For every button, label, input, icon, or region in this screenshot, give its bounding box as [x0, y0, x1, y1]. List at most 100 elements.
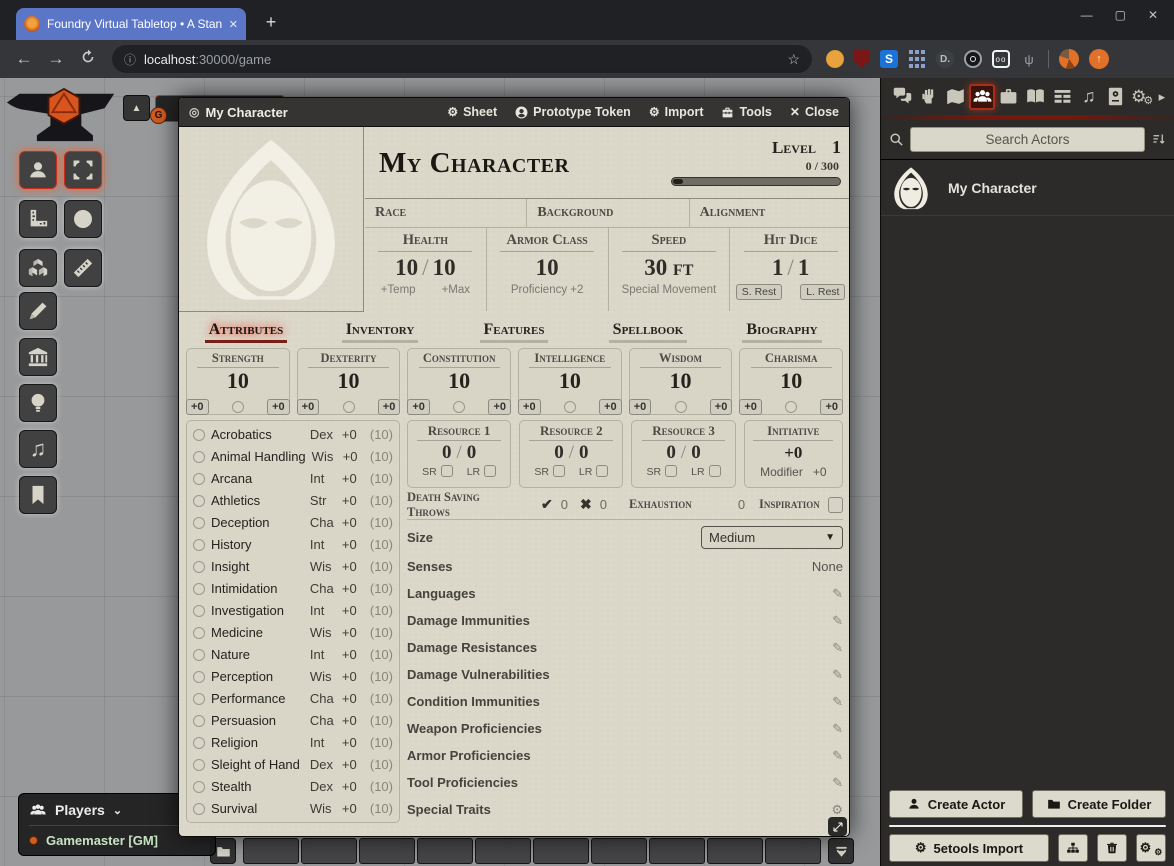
ability-name[interactable]: Wisdom	[640, 351, 721, 368]
ability-proficiency-radio[interactable]	[343, 401, 355, 413]
skill-proficiency-radio[interactable]	[193, 781, 205, 793]
speed-value[interactable]: 30 ft	[644, 255, 693, 280]
skill-proficiency-radio[interactable]	[193, 495, 205, 507]
actors-tab-icon[interactable]	[969, 84, 995, 110]
race-field[interactable]: Race	[365, 199, 526, 227]
lr-checkbox[interactable]	[709, 465, 721, 477]
compendium-tab-icon[interactable]	[1103, 84, 1129, 110]
update-browser-icon[interactable]: ↑	[1089, 49, 1109, 69]
macro-slot[interactable]	[591, 838, 647, 864]
ability-check-mod[interactable]: +0	[820, 399, 843, 415]
hp-temp-label[interactable]: +Temp	[381, 284, 416, 296]
nav-collapse-button[interactable]: ▲	[123, 95, 150, 121]
d-extension-icon[interactable]: D.	[936, 50, 954, 68]
lighting-controls-button[interactable]	[19, 384, 57, 422]
skill-proficiency-radio[interactable]	[193, 539, 205, 551]
long-rest-button[interactable]: L. Rest	[800, 284, 845, 300]
chat-tab-icon[interactable]	[889, 84, 915, 110]
ability-save-mod[interactable]: +0	[518, 399, 541, 415]
import-button[interactable]: ⚙ Import	[649, 105, 704, 119]
minimize-icon[interactable]: —	[1081, 8, 1093, 22]
ability-score[interactable]: 10	[298, 368, 400, 394]
macro-slot[interactable]	[417, 838, 473, 864]
back-icon[interactable]: ←	[10, 49, 38, 69]
ability-save-mod[interactable]: +0	[297, 399, 320, 415]
initiative-block[interactable]: Initiative +0 Modifier+0	[744, 420, 843, 488]
tools-button[interactable]: Tools	[721, 105, 771, 119]
ability-score[interactable]: 10	[408, 368, 510, 394]
create-actor-button[interactable]: Create Actor	[889, 790, 1023, 818]
level-value[interactable]: 1	[832, 137, 841, 157]
trait-edit-icon[interactable]: ✎	[832, 640, 843, 656]
ability-save-mod[interactable]: +0	[739, 399, 762, 415]
window-close-icon[interactable]: ✕	[1148, 8, 1158, 22]
initiative-modifier[interactable]: +0	[813, 465, 827, 479]
short-rest-recovery[interactable]: SR	[422, 465, 453, 478]
tiles-controls-button[interactable]	[19, 249, 57, 287]
skill-proficiency-radio[interactable]	[193, 429, 205, 441]
skill-proficiency-radio[interactable]	[193, 693, 205, 705]
fork-extension-icon[interactable]: ψ	[1020, 50, 1038, 68]
skill-proficiency-radio[interactable]	[193, 759, 205, 771]
measure-controls-button[interactable]	[19, 200, 57, 238]
resource-max[interactable]: 0	[691, 442, 701, 463]
skill-row[interactable]: Deception Cha +0 (10)	[193, 512, 393, 533]
ac-value[interactable]: 10	[536, 255, 559, 280]
skill-row[interactable]: Perception Wis +0 (10)	[193, 666, 393, 687]
target-tool-button[interactable]	[64, 200, 102, 238]
death-success-icon[interactable]: ✔	[541, 496, 553, 513]
skill-row[interactable]: Sleight of Hand Dex +0 (10)	[193, 754, 393, 775]
sheet-tab[interactable]: Attributes	[179, 321, 313, 343]
skill-row[interactable]: History Int +0 (10)	[193, 534, 393, 555]
ability-proficiency-radio[interactable]	[675, 401, 687, 413]
skill-name[interactable]: Religion	[211, 735, 304, 750]
sidebar-collapse-icon[interactable]: ▸	[1156, 84, 1168, 110]
skill-name[interactable]: Survival	[211, 801, 304, 816]
skill-name[interactable]: Athletics	[211, 493, 304, 508]
hp-max[interactable]: 10	[433, 255, 456, 280]
ability-name[interactable]: Strength	[197, 351, 278, 368]
skill-name[interactable]: Deception	[211, 515, 304, 530]
ability-proficiency-radio[interactable]	[785, 401, 797, 413]
delete-button[interactable]	[1097, 834, 1127, 862]
items-tab-icon[interactable]	[996, 84, 1022, 110]
5etools-import-button[interactable]: ⚙ 5etools Import	[889, 834, 1049, 862]
ublock-extension-icon[interactable]	[854, 50, 870, 68]
ability-save-mod[interactable]: +0	[629, 399, 652, 415]
skill-proficiency-radio[interactable]	[193, 583, 205, 595]
sort-icon[interactable]	[1151, 132, 1166, 147]
ability-name[interactable]: Constitution	[419, 351, 500, 368]
sr-checkbox[interactable]	[665, 465, 677, 477]
sheet-titlebar[interactable]: ◎ My Character ⚙ Sheet Prototype Token ⚙…	[179, 98, 849, 127]
ability-score[interactable]: 10	[630, 368, 732, 394]
trait-edit-icon[interactable]: ✎	[832, 613, 843, 629]
hp-current[interactable]: 10	[395, 255, 418, 280]
size-select[interactable]: Medium ▼	[701, 526, 843, 549]
skill-proficiency-radio[interactable]	[193, 737, 205, 749]
ability-save-mod[interactable]: +0	[407, 399, 430, 415]
sheet-tab[interactable]: Inventory	[313, 321, 447, 343]
ability-save-mod[interactable]: +0	[186, 399, 209, 415]
ruler-tool-button[interactable]	[64, 249, 102, 287]
ability-proficiency-radio[interactable]	[564, 401, 576, 413]
skill-row[interactable]: Survival Wis +0 (10)	[193, 798, 393, 819]
configure-button[interactable]: ⚙⚙	[1136, 834, 1166, 862]
skill-proficiency-radio[interactable]	[193, 649, 205, 661]
skill-proficiency-radio[interactable]	[193, 671, 205, 683]
trait-edit-icon[interactable]: ✎	[832, 721, 843, 737]
trait-edit-icon[interactable]: ✎	[832, 694, 843, 710]
skill-proficiency-radio[interactable]	[193, 715, 205, 727]
sheet-config-button[interactable]: ⚙ Sheet	[447, 105, 497, 119]
actor-list-item[interactable]: My Character	[881, 160, 1174, 216]
hit-dice-stat[interactable]: Hit Dice 1/1 S. Rest L. Rest	[729, 228, 850, 311]
skill-row[interactable]: Athletics Str +0 (10)	[193, 490, 393, 511]
armor-class-stat[interactable]: Armor Class 10 Proficiency +2	[486, 228, 608, 311]
skill-name[interactable]: Medicine	[211, 625, 304, 640]
skill-proficiency-radio[interactable]	[193, 473, 205, 485]
skill-row[interactable]: Acrobatics Dex +0 (10)	[193, 424, 393, 445]
ability-check-mod[interactable]: +0	[267, 399, 290, 415]
bookmark-star-icon[interactable]: ☆	[787, 51, 800, 68]
window-resize-handle[interactable]	[828, 817, 847, 836]
skill-name[interactable]: Persuasion	[211, 713, 304, 728]
lr-checkbox[interactable]	[596, 465, 608, 477]
